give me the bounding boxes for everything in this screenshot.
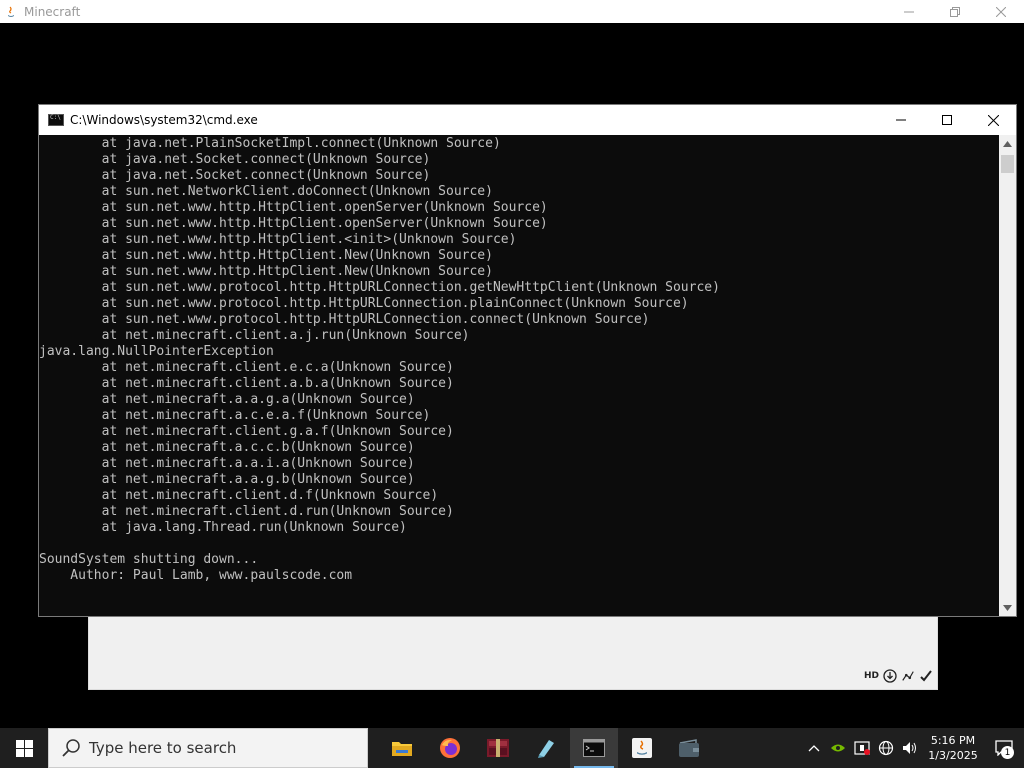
chevron-down-icon bbox=[1003, 604, 1012, 611]
security-alert-icon bbox=[854, 741, 870, 755]
restore-button[interactable] bbox=[932, 0, 978, 23]
show-hidden-icons-button[interactable] bbox=[802, 728, 826, 768]
speaker-icon bbox=[903, 742, 916, 754]
globe-download-icon bbox=[883, 669, 897, 683]
console-line: at net.minecraft.client.d.f(Unknown Sour… bbox=[39, 488, 439, 503]
chevron-up-icon bbox=[808, 745, 820, 752]
scroll-thumb[interactable] bbox=[1001, 155, 1014, 173]
hd-icon: HD bbox=[863, 671, 879, 681]
terminal-icon bbox=[583, 739, 605, 757]
minecraft-titlebar[interactable]: Minecraft bbox=[0, 0, 1024, 23]
wallet-icon bbox=[679, 739, 699, 757]
globe-icon bbox=[878, 740, 894, 756]
minecraft-window-controls bbox=[886, 0, 1024, 23]
cmd-window-title: C:\Windows\system32\cmd.exe bbox=[70, 113, 258, 127]
taskbar-java[interactable] bbox=[618, 728, 666, 768]
cmd-maximize-button[interactable] bbox=[924, 105, 970, 135]
tray-nvidia[interactable] bbox=[826, 728, 850, 768]
console-line: at sun.net.www.protocol.http.HttpURLConn… bbox=[39, 312, 650, 327]
windows-logo-icon bbox=[15, 739, 33, 757]
cmd-minimize-button[interactable] bbox=[878, 105, 924, 135]
console-line: at net.minecraft.client.g.a.f(Unknown So… bbox=[39, 424, 454, 439]
console-line: at net.minecraft.client.d.run(Unknown So… bbox=[39, 504, 454, 519]
network-status-icon bbox=[901, 669, 915, 683]
console-line: at sun.net.www.protocol.http.HttpURLConn… bbox=[39, 280, 720, 295]
scroll-up-button[interactable] bbox=[999, 135, 1016, 152]
minimize-button[interactable] bbox=[886, 0, 932, 23]
system-tray: 5:16 PM 1/3/2025 1 bbox=[802, 728, 1024, 768]
minimize-icon bbox=[904, 11, 914, 12]
close-icon bbox=[996, 6, 1006, 17]
java-app-icon bbox=[3, 4, 19, 20]
console-line: at net.minecraft.client.a.b.a(Unknown So… bbox=[39, 376, 454, 391]
console-line: at net.minecraft.client.a.j.run(Unknown … bbox=[39, 328, 470, 343]
console-line: at sun.net.NetworkClient.doConnect(Unkno… bbox=[39, 184, 493, 199]
console-line: at java.lang.Thread.run(Unknown Source) bbox=[39, 520, 407, 535]
console-line: at net.minecraft.a.a.i.a(Unknown Source) bbox=[39, 456, 415, 471]
console-line: at net.minecraft.a.c.c.b(Unknown Source) bbox=[39, 440, 415, 455]
taskbar-clock[interactable]: 5:16 PM 1/3/2025 bbox=[922, 728, 984, 768]
action-center-button[interactable]: 1 bbox=[984, 728, 1024, 768]
tray-volume[interactable] bbox=[898, 728, 922, 768]
console-line: at java.net.PlainSocketImpl.connect(Unkn… bbox=[39, 136, 501, 151]
console-line: SoundSystem shutting down... bbox=[39, 552, 259, 567]
taskbar: Type here to search 5:16 PM 1/3/2025 1 bbox=[0, 728, 1024, 768]
close-icon bbox=[987, 114, 999, 126]
restore-icon bbox=[950, 6, 960, 17]
console-line: at net.minecraft.a.a.g.b(Unknown Source) bbox=[39, 472, 415, 487]
minimize-icon bbox=[896, 119, 906, 121]
cmd-close-button[interactable] bbox=[970, 105, 1016, 135]
folder-icon bbox=[392, 742, 412, 756]
taskbar-cmd[interactable] bbox=[570, 728, 618, 768]
tray-security[interactable] bbox=[850, 728, 874, 768]
taskbar-firefox[interactable] bbox=[426, 728, 474, 768]
taskbar-notepad[interactable] bbox=[522, 728, 570, 768]
search-placeholder: Type here to search bbox=[89, 739, 237, 757]
nvidia-icon bbox=[831, 744, 845, 752]
taskbar-pinned-apps bbox=[378, 728, 714, 768]
console-line: at net.minecraft.a.a.g.a(Unknown Source) bbox=[39, 392, 415, 407]
java-icon bbox=[632, 738, 652, 758]
console-output[interactable]: at java.net.PlainSocketImpl.connect(Unkn… bbox=[39, 135, 1000, 616]
console-line: at java.net.Socket.connect(Unknown Sourc… bbox=[39, 168, 431, 183]
winrar-icon bbox=[487, 739, 509, 757]
console-line: at sun.net.www.http.HttpClient.<init>(Un… bbox=[39, 232, 517, 247]
search-icon bbox=[62, 739, 80, 757]
start-button[interactable] bbox=[0, 728, 48, 768]
console-line: java.lang.NullPointerException bbox=[39, 344, 274, 359]
console-scrollbar[interactable] bbox=[999, 135, 1016, 616]
taskbar-winrar[interactable] bbox=[474, 728, 522, 768]
console-line: at net.minecraft.client.e.c.a(Unknown So… bbox=[39, 360, 454, 375]
console-line: at sun.net.www.http.HttpClient.openServe… bbox=[39, 216, 548, 231]
console-line: at sun.net.www.http.HttpClient.New(Unkno… bbox=[39, 264, 493, 279]
cmd-window[interactable]: C:\ C:\Windows\system32\cmd.exe at java.… bbox=[38, 104, 1017, 617]
console-line: at sun.net.www.http.HttpClient.New(Unkno… bbox=[39, 248, 493, 263]
notification-count: 1 bbox=[1001, 746, 1014, 759]
chevron-up-icon bbox=[1003, 140, 1012, 147]
console-line: at sun.net.www.http.HttpClient.openServe… bbox=[39, 200, 548, 215]
clock-time: 5:16 PM bbox=[930, 734, 976, 747]
close-button[interactable] bbox=[978, 0, 1024, 23]
clock-date: 1/3/2025 bbox=[928, 749, 978, 762]
taskbar-wallet[interactable] bbox=[666, 728, 714, 768]
cmd-window-controls bbox=[878, 105, 1016, 135]
cmd-app-icon: C:\ bbox=[48, 114, 64, 126]
minecraft-window-title: Minecraft bbox=[24, 4, 81, 19]
console-line: at net.minecraft.a.c.e.a.f(Unknown Sourc… bbox=[39, 408, 431, 423]
console-line: at sun.net.www.protocol.http.HttpURLConn… bbox=[39, 296, 689, 311]
console-line: Author: Paul Lamb, www.paulscode.com bbox=[39, 568, 353, 583]
tray-network[interactable] bbox=[874, 728, 898, 768]
minecraft-launcher-panel: HD bbox=[88, 612, 938, 690]
taskbar-file-explorer[interactable] bbox=[378, 728, 426, 768]
taskbar-search-box[interactable]: Type here to search bbox=[48, 728, 368, 768]
scroll-down-button[interactable] bbox=[999, 599, 1016, 616]
firefox-icon bbox=[440, 738, 460, 758]
minecraft-status-icons: HD bbox=[864, 669, 933, 683]
notepad-icon bbox=[538, 740, 554, 758]
console-line: at java.net.Socket.connect(Unknown Sourc… bbox=[39, 152, 431, 167]
cmd-titlebar[interactable]: C:\ C:\Windows\system32\cmd.exe bbox=[39, 105, 1016, 135]
checkmark-icon bbox=[919, 669, 933, 683]
maximize-icon bbox=[942, 115, 952, 125]
